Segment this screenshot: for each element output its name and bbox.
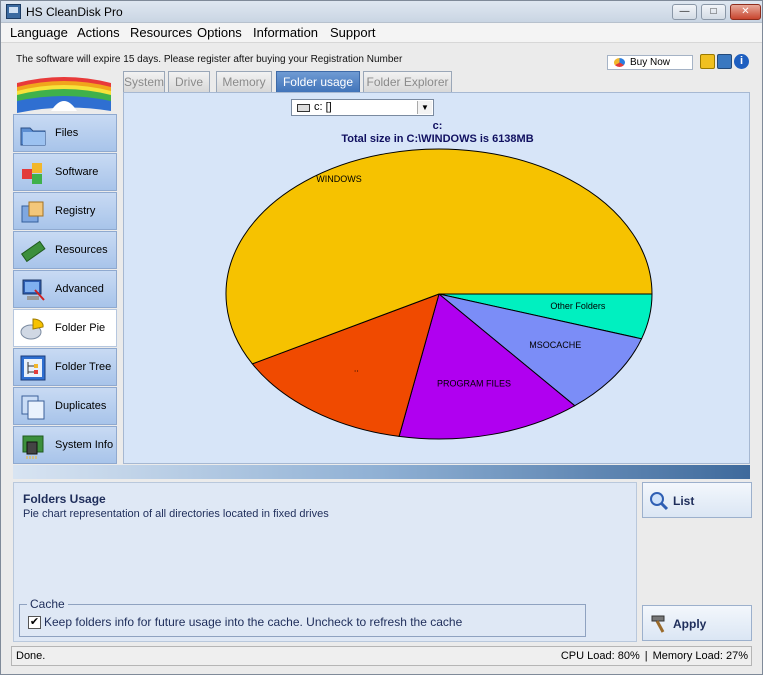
pie-slice-label: PROGRAM FILES: [437, 379, 511, 389]
save-icon[interactable]: [717, 54, 732, 69]
sidebar-item-folder-pie[interactable]: Folder Pie: [13, 309, 117, 347]
apply-button-label: Apply: [673, 617, 707, 631]
sidebar-item-folder-tree[interactable]: Folder Tree: [13, 348, 117, 386]
maximize-button[interactable]: □: [701, 4, 726, 20]
sidebar-item-label: Folder Tree: [55, 361, 112, 373]
status-text: Done.: [16, 650, 46, 662]
sidebar-item-label: Software: [55, 166, 99, 178]
menu-options[interactable]: Options: [197, 25, 242, 40]
menu-support[interactable]: Support: [330, 25, 376, 40]
tab-folder-usage[interactable]: Folder usage: [276, 71, 360, 93]
menu-resources[interactable]: Resources: [130, 25, 192, 40]
sidebar-item-label: Duplicates: [55, 400, 107, 412]
info-description: Pie chart representation of all director…: [23, 508, 329, 520]
tab-folder-explorer[interactable]: Folder Explorer: [363, 71, 452, 93]
cache-group: Cache ✔ Keep folders info for future usa…: [19, 597, 586, 637]
sidebar-item-resources[interactable]: Resources: [13, 231, 117, 269]
cleandisk-logo-icon: [17, 77, 111, 113]
pie-slice-label: Other Folders: [550, 301, 606, 311]
memory-icon: [20, 240, 46, 263]
lock-icon[interactable]: [700, 54, 715, 69]
sidebar-item-registry[interactable]: Registry: [13, 192, 117, 230]
tab-system[interactable]: System: [123, 71, 165, 93]
chart-title: Total size in C:\WINDOWS is 6138MB: [341, 133, 534, 145]
menu-information[interactable]: Information: [253, 25, 318, 40]
list-button-label: List: [673, 494, 695, 508]
info-panel: Folders Usage Pie chart representation o…: [13, 482, 637, 642]
buy-now-button[interactable]: Buy Now: [607, 55, 693, 70]
chevron-down-icon[interactable]: ▼: [417, 101, 432, 114]
hammer-icon: [651, 615, 665, 633]
sidebar-item-software[interactable]: Software: [13, 153, 117, 191]
close-button[interactable]: ✕: [730, 4, 761, 20]
computer-icon: [22, 279, 45, 301]
sidebar-item-system-info[interactable]: System Info: [13, 426, 117, 464]
sidebar-item-duplicates[interactable]: Duplicates: [13, 387, 117, 425]
drive-select-value: c: []: [314, 101, 332, 113]
pie-slice-label: WINDOWS: [316, 174, 362, 184]
menu-actions[interactable]: Actions: [77, 25, 120, 40]
expiry-notice: The software will expire 15 days. Please…: [16, 54, 403, 65]
folder-usage-panel: Other Folders MSOCACHE PROGRAM FILES.. WIND…: [123, 92, 750, 464]
pie-icon: [20, 318, 44, 340]
cache-checkbox[interactable]: ✔: [28, 616, 41, 629]
chart-drive-heading: c:: [432, 120, 443, 132]
pie-slice-label: MSOCACHE: [529, 340, 581, 350]
buy-now-label: Buy Now: [630, 57, 671, 68]
list-button[interactable]: List: [642, 482, 752, 518]
sidebar-item-label: Folder Pie: [55, 322, 106, 334]
menu-language[interactable]: Language: [10, 25, 68, 40]
minimize-button[interactable]: —: [672, 4, 697, 20]
apply-button[interactable]: Apply: [642, 605, 752, 641]
sidebar-item-label: Registry: [55, 205, 96, 217]
registry-icon: [21, 201, 44, 223]
tab-drive[interactable]: Drive: [168, 71, 210, 93]
cache-legend: Cache: [27, 597, 68, 611]
folder-pie-chart[interactable]: Other Folders MSOCACHE PROGRAM FILES.. WIND…: [124, 93, 751, 465]
drive-icon: [297, 104, 310, 112]
sidebar-item-label: Files: [55, 127, 79, 139]
status-separator: |: [644, 650, 648, 662]
title-bar[interactable]: HS CleanDisk Pro — □ ✕: [1, 1, 762, 23]
drive-select[interactable]: c: [] ▼: [291, 99, 434, 116]
sidebar-item-label: System Info: [55, 439, 114, 451]
app-window: HS CleanDisk Pro — □ ✕ Language Actions …: [0, 0, 763, 675]
status-bar: Done. CPU Load: 80% | Memory Load: 27%: [11, 646, 752, 666]
window-title: HS CleanDisk Pro: [26, 5, 123, 19]
sidebar-item-label: Advanced: [55, 283, 104, 295]
cpu-load: CPU Load: 80%: [560, 650, 640, 662]
load-indicators: CPU Load: 80% | Memory Load: 27%: [561, 650, 748, 662]
menu-bar: Language Actions Resources Options Infor…: [1, 23, 762, 43]
tree-icon: [20, 355, 46, 381]
chip-icon: [22, 435, 44, 459]
info-icon[interactable]: i: [734, 54, 749, 69]
boxes-icon: [22, 163, 42, 184]
info-title: Folders Usage: [23, 492, 106, 506]
pie-slice-label: ..: [354, 363, 359, 373]
cache-checkbox-label[interactable]: Keep folders info for future usage into …: [44, 615, 462, 629]
sidebar-item-files[interactable]: Files: [13, 114, 117, 152]
duplicate-icon: [21, 395, 45, 420]
sidebar-item-label: Resources: [55, 244, 108, 256]
buy-icon: [614, 58, 625, 67]
app-icon: [6, 4, 21, 19]
memory-load: Memory Load: 27%: [652, 650, 748, 662]
separator-bar: [13, 465, 750, 479]
tab-memory[interactable]: Memory: [216, 71, 272, 93]
magnifier-icon: [650, 492, 669, 511]
sidebar-item-advanced[interactable]: Advanced: [13, 270, 117, 308]
folder-icon: [20, 127, 46, 146]
